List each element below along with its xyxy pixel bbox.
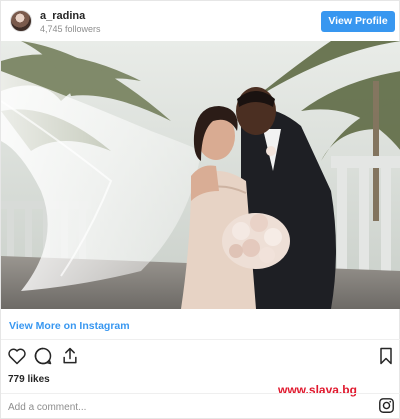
instagram-embed: a_radina 4,745 followers View Profile Vi… — [0, 0, 400, 419]
add-comment-input[interactable]: Add a comment... — [8, 402, 86, 413]
share-icon[interactable] — [60, 346, 80, 366]
followers-count: 4,745 followers — [40, 24, 101, 34]
username[interactable]: a_radina — [40, 10, 85, 22]
instagram-icon[interactable] — [378, 397, 395, 414]
wedding-photo — [1, 41, 400, 309]
post-photo[interactable] — [1, 41, 400, 309]
post-header: a_radina 4,745 followers View Profile — [1, 1, 400, 41]
bookmark-icon[interactable] — [376, 346, 396, 366]
comment-icon[interactable] — [33, 346, 53, 366]
slava-watermark: www.slava.bg — [278, 383, 357, 397]
avatar[interactable] — [10, 10, 32, 32]
view-more-link[interactable]: View More on Instagram — [9, 320, 130, 332]
divider — [1, 393, 400, 394]
likes-count[interactable]: 779 likes — [8, 374, 50, 385]
divider — [1, 339, 400, 340]
svg-text:www.slava.bg: www.slava.bg — [278, 383, 357, 397]
heart-icon[interactable] — [7, 346, 27, 366]
view-profile-button[interactable]: View Profile — [321, 11, 395, 32]
